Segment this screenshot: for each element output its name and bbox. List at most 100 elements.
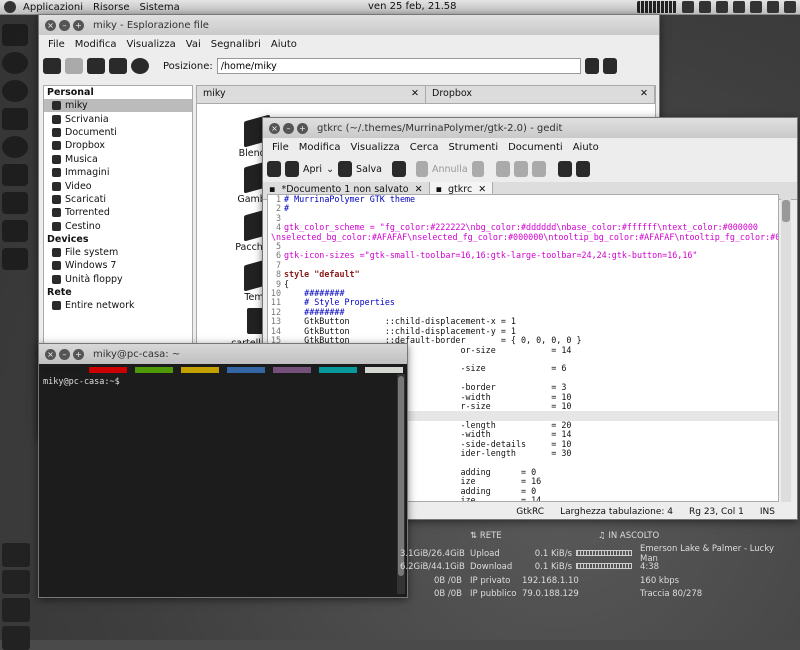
menu-places[interactable]: Risorse (88, 2, 135, 13)
undo-button[interactable]: Annulla (432, 164, 468, 175)
sidebar-item[interactable]: File system (44, 246, 192, 259)
scrollbar[interactable] (781, 194, 791, 502)
reload-icon[interactable] (131, 58, 149, 74)
terminal-icon[interactable] (2, 164, 28, 186)
sidebar-item[interactable]: Cestino (44, 220, 192, 233)
print-icon[interactable] (391, 161, 406, 177)
inkscape-icon[interactable] (2, 24, 28, 46)
save-icon[interactable] (338, 161, 353, 177)
sidebar-item[interactable]: Dropbox (44, 139, 192, 152)
menu-tools[interactable]: Strumenti (443, 142, 503, 153)
dropbox-icon[interactable] (699, 1, 711, 13)
zoom-icon[interactable] (584, 58, 599, 74)
terminal-prompt[interactable]: miky@pc-casa:~$ (39, 373, 407, 391)
firefox-icon[interactable] (2, 80, 28, 102)
sidebar-item[interactable]: Unità floppy (44, 273, 192, 286)
copy-icon[interactable] (513, 161, 528, 177)
home-icon[interactable] (109, 58, 127, 74)
close-icon[interactable]: × (45, 348, 56, 360)
new-icon[interactable] (267, 161, 281, 177)
trash-icon[interactable] (2, 626, 30, 650)
back-icon[interactable] (43, 58, 61, 74)
find-icon[interactable] (557, 161, 572, 177)
undo-icon[interactable] (415, 161, 428, 177)
clock[interactable]: ven 25 feb, 21.58 (368, 1, 457, 12)
menu-applications[interactable]: Applicazioni (18, 2, 88, 13)
maximize-icon[interactable]: + (73, 19, 84, 31)
sidebar-item[interactable]: Torrented (44, 206, 192, 219)
monitor-icon[interactable] (637, 1, 677, 13)
scroll-thumb[interactable] (782, 200, 790, 222)
chat-icon[interactable] (767, 1, 779, 13)
devices-icon[interactable] (2, 108, 28, 130)
chevron-down-icon[interactable]: ⌄ (326, 164, 334, 175)
show-desktop-icon[interactable] (2, 570, 30, 594)
sidebar-item[interactable]: Immagini (44, 166, 192, 179)
maximize-icon[interactable]: + (297, 122, 308, 134)
save-button[interactable]: Salva (356, 164, 382, 175)
conky-widget: ⇅ RETE ♫ IN ASCOLTO 3.1GiB/26.4GiB Upload… (400, 531, 790, 603)
sidebar-item[interactable]: Musica (44, 153, 192, 166)
menu-bookmarks[interactable]: Segnalibri (206, 39, 266, 50)
mail-icon[interactable] (750, 1, 762, 13)
open-icon[interactable] (285, 161, 299, 177)
tab-miky[interactable]: miky ✕ (197, 86, 426, 103)
menu-edit[interactable]: Modifica (294, 142, 346, 153)
sidebar-item[interactable]: Video (44, 179, 192, 192)
cut-icon[interactable] (495, 161, 510, 177)
sidebar-item[interactable]: Entire network (44, 299, 192, 312)
menu-go[interactable]: Vai (181, 39, 206, 50)
menu-help[interactable]: Aiuto (266, 39, 302, 50)
maximize-icon[interactable]: + (73, 348, 84, 360)
chrome-icon[interactable] (2, 52, 28, 74)
tab-dropbox[interactable]: Dropbox ✕ (426, 86, 655, 103)
replace-icon[interactable] (575, 161, 590, 177)
location-input[interactable] (216, 58, 581, 74)
menu-documents[interactable]: Documenti (503, 142, 568, 153)
sidebar-item[interactable]: Scrivania (44, 112, 192, 125)
minimize-icon[interactable]: – (59, 19, 70, 31)
minimize-icon[interactable]: – (283, 122, 294, 134)
menu-system[interactable]: Sistema (135, 2, 185, 13)
gimp-icon[interactable] (2, 248, 28, 270)
volume-icon[interactable] (733, 1, 745, 13)
close-icon[interactable]: ✕ (640, 88, 648, 101)
power-icon[interactable] (784, 1, 796, 13)
menu-file[interactable]: File (43, 39, 70, 50)
openoffice-icon[interactable] (2, 136, 28, 158)
view-icon[interactable] (602, 58, 617, 74)
close-icon[interactable]: ✕ (411, 88, 419, 101)
qr-icon[interactable] (2, 192, 28, 214)
sidebar-item[interactable]: Scaricati (44, 193, 192, 206)
sidebar-item[interactable]: Documenti (44, 126, 192, 139)
paste-icon[interactable] (531, 161, 546, 177)
title-bar[interactable]: × – + miky - Esplorazione file (39, 15, 659, 35)
place-icon (52, 301, 61, 311)
up-icon[interactable] (87, 58, 105, 74)
title-bar[interactable]: × – + gtkrc (~/.themes/MurrinaPolymer/gt… (263, 118, 797, 138)
tab-width-selector[interactable]: Larghezza tabulazione: 4 (560, 507, 673, 517)
network-icon[interactable] (682, 1, 694, 13)
redo-icon[interactable] (471, 161, 484, 177)
brush-icon[interactable] (2, 220, 28, 242)
title-bar[interactable]: × – + miky@pc-casa: ~ (39, 344, 407, 364)
close-icon[interactable]: × (45, 19, 56, 31)
menu-view[interactable]: Visualizza (346, 142, 405, 153)
battery-icon[interactable] (716, 1, 728, 13)
sidebar-item[interactable]: miky (44, 99, 192, 113)
drive-icon[interactable] (2, 543, 30, 567)
minimize-icon[interactable]: – (59, 348, 70, 360)
open-button[interactable]: Apri (303, 164, 322, 175)
line-text: \nselected_bg_color:#AFAFAF\nselected_fg… (271, 231, 779, 242)
menu-view[interactable]: Visualizza (122, 39, 181, 50)
sidebar-item[interactable]: Windows 7 (44, 259, 192, 272)
menu-file[interactable]: File (267, 142, 294, 153)
menu-edit[interactable]: Modifica (70, 39, 122, 50)
menu-help[interactable]: Aiuto (568, 142, 604, 153)
workspaces-icon[interactable] (2, 598, 30, 622)
close-icon[interactable]: × (269, 122, 280, 134)
ubuntu-logo-icon[interactable] (4, 1, 16, 13)
forward-icon[interactable] (65, 58, 83, 74)
language-selector[interactable]: GtkRC (516, 507, 544, 517)
menu-search[interactable]: Cerca (405, 142, 444, 153)
